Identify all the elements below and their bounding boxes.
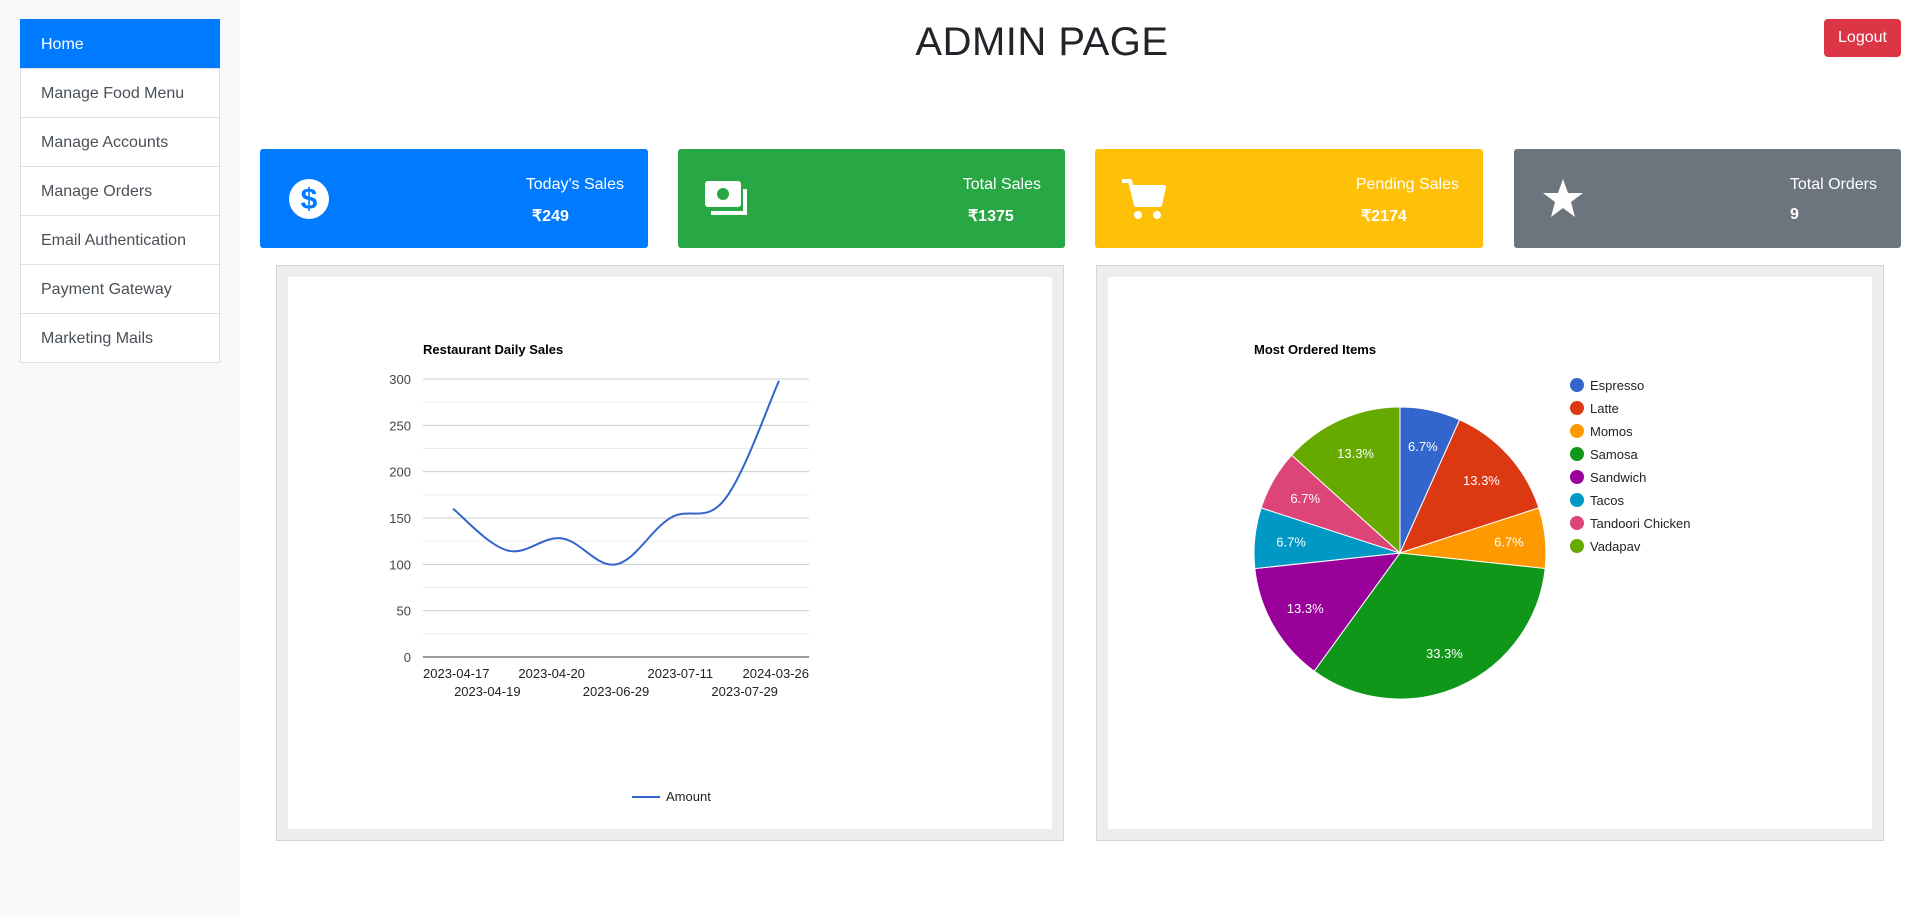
legend-swatch	[1570, 470, 1584, 484]
y-tick-label: 150	[389, 511, 411, 526]
money-bills-icon	[705, 181, 747, 215]
pie-slice-label: 13.3%	[1287, 601, 1324, 616]
x-tick-label: 2023-07-29	[711, 684, 778, 699]
legend-swatch	[1570, 539, 1584, 553]
pending-sales-card: Pending Sales ₹2174	[1095, 149, 1483, 248]
daily-sales-line-chart: Restaurant Daily Sales 0 50 100 150 200 250 30…	[389, 342, 809, 804]
x-tick-label: 2023-06-29	[583, 684, 650, 699]
legend-label: Momos	[1590, 424, 1633, 439]
y-axis-ticks: 0 50 100 150 200 250 300	[389, 372, 411, 665]
sidebar-item-marketing-mails[interactable]: Marketing Mails	[20, 313, 220, 363]
most-ordered-items-pie-chart: Most Ordered Items 6.7% 13.3% 6.7% 33.3% 13.…	[1253, 342, 1690, 700]
y-tick-label: 100	[389, 557, 411, 572]
legend-swatch	[1570, 424, 1584, 438]
page-title: ADMIN PAGE	[915, 20, 1169, 64]
y-tick-label: 0	[404, 650, 411, 665]
chart-title: Restaurant Daily Sales	[423, 342, 563, 357]
pie-legend: Espresso Latte Momos Samosa Sandwich Tacos Tan…	[1570, 378, 1690, 554]
sidebar-nav: Home Manage Food Menu Manage Accounts Ma…	[20, 19, 220, 363]
legend-swatch	[1570, 493, 1584, 507]
star-icon	[1543, 179, 1583, 217]
pie-slice-label: 33.3%	[1426, 646, 1463, 661]
y-tick-label: 250	[389, 418, 411, 433]
y-tick-label: 300	[389, 372, 411, 387]
sidebar-item-home[interactable]: Home	[20, 19, 220, 69]
logout-button[interactable]: Logout	[1824, 19, 1901, 57]
sidebar-item-manage-orders[interactable]: Manage Orders	[20, 166, 220, 216]
todays-sales-card: $ Today's Sales ₹249	[260, 149, 648, 248]
legend-label: Latte	[1590, 401, 1619, 416]
legend-label: Sandwich	[1590, 470, 1646, 485]
svg-text:$: $	[301, 183, 318, 216]
pie-slice-label: 6.7%	[1276, 535, 1306, 550]
pending-sales-value: ₹2174	[1361, 208, 1407, 225]
pending-sales-label: Pending Sales	[1355, 176, 1459, 193]
total-orders-card: Total Orders 9	[1514, 149, 1901, 248]
legend-label: Tandoori Chicken	[1590, 516, 1690, 531]
x-axis-ticks: 2023-04-17 2023-04-19 2023-04-20 2023-06-29…	[423, 666, 809, 699]
sidebar-item-payment-gateway[interactable]: Payment Gateway	[20, 264, 220, 314]
most-ordered-items-panel: Most Ordered Items 6.7% 13.3% 6.7% 33.3% 13.…	[1096, 265, 1884, 841]
chart-title: Most Ordered Items	[1254, 342, 1376, 357]
total-orders-value: 9	[1790, 206, 1799, 223]
todays-sales-label: Today's Sales	[525, 176, 624, 193]
pie-slice-label: 6.7%	[1290, 491, 1320, 506]
todays-sales-value: ₹249	[532, 208, 569, 225]
legend-swatch	[1570, 516, 1584, 530]
pie-slice-label: 13.3%	[1337, 446, 1374, 461]
series-line-amount	[452, 380, 780, 566]
shopping-cart-icon	[1122, 179, 1166, 219]
legend-swatch	[1570, 378, 1584, 392]
legend-label: Tacos	[1590, 493, 1624, 508]
dollar-circle-icon: $	[289, 179, 329, 219]
pie-slices	[1253, 406, 1547, 700]
sidebar-item-manage-food-menu[interactable]: Manage Food Menu	[20, 68, 220, 118]
legend-swatch	[1570, 447, 1584, 461]
total-sales-label: Total Sales	[962, 176, 1041, 193]
pie-slice-label: 6.7%	[1494, 535, 1524, 550]
x-tick-label: 2023-07-11	[648, 666, 714, 681]
sidebar-item-manage-accounts[interactable]: Manage Accounts	[20, 117, 220, 167]
legend-swatch	[1570, 401, 1584, 415]
total-sales-value: ₹1375	[968, 208, 1014, 225]
legend-label: Vadapav	[1590, 539, 1641, 554]
y-tick-label: 200	[389, 465, 411, 480]
pie-slice-label: 13.3%	[1463, 473, 1500, 488]
daily-sales-panel: Restaurant Daily Sales 0 50 100 150 200 250 30…	[276, 265, 1064, 841]
total-orders-label: Total Orders	[1789, 176, 1877, 193]
legend-label: Samosa	[1590, 447, 1638, 462]
pie-slice-label: 6.7%	[1408, 439, 1438, 454]
legend-label: Espresso	[1590, 378, 1644, 393]
y-tick-label: 50	[397, 604, 411, 619]
total-sales-card: Total Sales ₹1375	[678, 149, 1065, 248]
x-tick-label: 2023-04-20	[518, 666, 585, 681]
sidebar: Home Manage Food Menu Manage Accounts Ma…	[0, 0, 240, 916]
x-tick-label: 2024-03-26	[743, 666, 810, 681]
x-tick-label: 2023-04-17	[423, 666, 490, 681]
legend-label-amount: Amount	[666, 789, 711, 804]
gridlines	[423, 378, 809, 658]
x-tick-label: 2023-04-19	[454, 684, 521, 699]
sidebar-item-email-authentication[interactable]: Email Authentication	[20, 215, 220, 265]
